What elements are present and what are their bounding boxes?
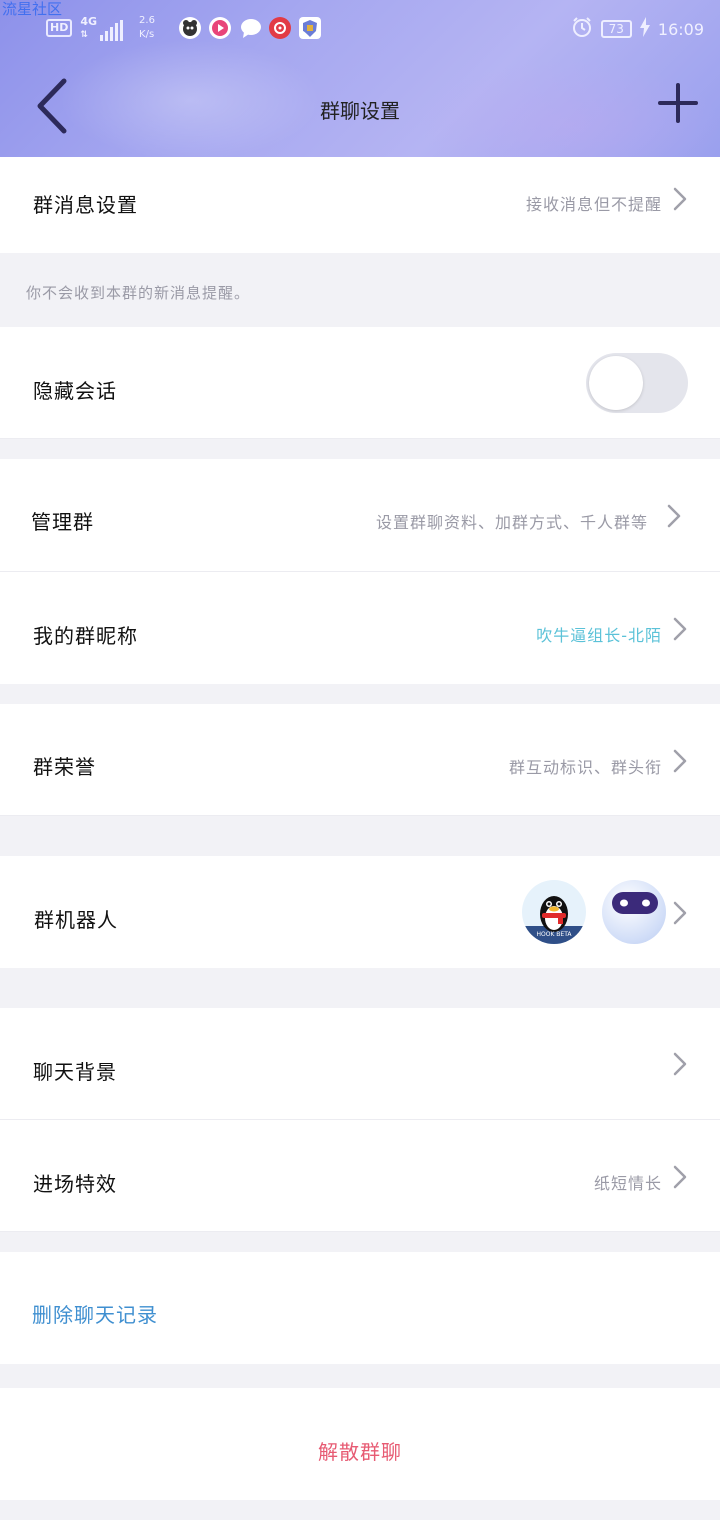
chat-background-row[interactable]: 聊天背景 <box>0 1008 720 1119</box>
qq-penguin-bot-avatar: HOOK BETA <box>522 880 586 944</box>
robot-bot-avatar <box>602 880 666 944</box>
hide-chat-row: 隐藏会话 <box>0 327 720 438</box>
status-left-group: HD 4G ⇅ 2.6 K/s <box>46 14 321 42</box>
toggle-knob <box>589 356 643 410</box>
watermark: 流星社区 <box>2 0 63 18</box>
my-nickname-value: 吹牛逼组长-北陌 <box>536 626 662 645</box>
my-nickname-label: 我的群昵称 <box>33 624 138 648</box>
chevron-right-icon <box>673 1052 687 1076</box>
add-button[interactable] <box>658 83 698 123</box>
chevron-right-icon <box>673 187 687 211</box>
clock-time: 16:09 <box>657 19 704 39</box>
alarm-icon <box>571 16 593 42</box>
group-honor-label: 群荣誉 <box>33 755 96 779</box>
cat-app-icon <box>178 17 201 39</box>
network-type: 4G ⇅ <box>80 14 98 41</box>
message-setting-value: 接收消息但不提醒 <box>525 195 662 214</box>
message-setting-label: 群消息设置 <box>33 193 138 217</box>
bot-badge-text: HOOK BETA <box>536 931 572 938</box>
nav-bar: 群聊设置 <box>0 57 720 157</box>
network-speed-value: 2.6 <box>139 15 155 26</box>
dissolve-group-button[interactable]: 解散群聊 <box>0 1436 720 1465</box>
status-right-group: 73 16:09 <box>571 16 704 42</box>
chevron-right-icon <box>667 504 681 528</box>
plus-icon <box>658 83 698 123</box>
dissolve-group-row[interactable]: 解散群聊 <box>0 1388 720 1500</box>
signal-bars-icon <box>100 19 124 41</box>
chat-bubble-icon <box>239 17 261 39</box>
music-app-icon <box>268 17 291 39</box>
divider <box>0 1231 720 1232</box>
group-robot-label: 群机器人 <box>34 908 118 932</box>
delete-history-row[interactable]: 删除聊天记录 <box>0 1252 720 1364</box>
network-speed-unit: K/s <box>139 29 155 40</box>
hide-chat-label: 隐藏会话 <box>33 379 117 403</box>
hd-icon: HD <box>46 19 73 37</box>
message-note: 你不会收到本群的新消息提醒。 <box>26 284 251 302</box>
manage-group-row[interactable]: 管理群 设置群聊资料、加群方式、千人群等 <box>0 459 720 571</box>
group-robot-row[interactable]: 群机器人 HOOK BETA <box>0 856 720 968</box>
battery-icon: 73 <box>600 20 632 38</box>
manage-group-label: 管理群 <box>31 510 94 534</box>
manage-group-value: 设置群聊资料、加群方式、千人群等 <box>375 513 648 532</box>
message-setting-row[interactable]: 群消息设置 接收消息但不提醒 <box>0 157 720 253</box>
network-type-label: 4G <box>80 14 98 28</box>
divider <box>0 815 720 816</box>
chevron-right-icon <box>673 617 687 641</box>
my-nickname-row[interactable]: 我的群昵称 吹牛逼组长-北陌 <box>0 572 720 684</box>
group-honor-row[interactable]: 群荣誉 群互动标识、群头衔 <box>0 704 720 815</box>
chevron-right-icon <box>673 749 687 773</box>
chevron-right-icon <box>673 1165 687 1189</box>
entry-effect-value: 纸短情长 <box>593 1174 662 1193</box>
entry-effect-label: 进场特效 <box>33 1172 117 1196</box>
signal-group: 4G ⇅ <box>80 14 124 41</box>
page-title: 群聊设置 <box>320 99 400 123</box>
delete-history-button[interactable]: 删除聊天记录 <box>32 1299 158 1328</box>
divider <box>0 438 720 439</box>
status-bar: HD 4G ⇅ 2.6 K/s 73 16:09 <box>0 0 720 57</box>
shield-app-icon <box>298 17 321 39</box>
charging-icon <box>639 17 650 41</box>
network-speed: 2.6 K/s <box>139 14 155 42</box>
video-app-icon <box>208 17 231 39</box>
entry-effect-row[interactable]: 进场特效 纸短情长 <box>0 1120 720 1231</box>
hide-chat-toggle[interactable] <box>586 353 688 413</box>
data-arrows-icon: ⇅ <box>80 29 88 40</box>
group-honor-value: 群互动标识、群头衔 <box>508 758 662 777</box>
chat-background-label: 聊天背景 <box>33 1060 117 1084</box>
chevron-right-icon <box>673 901 687 925</box>
